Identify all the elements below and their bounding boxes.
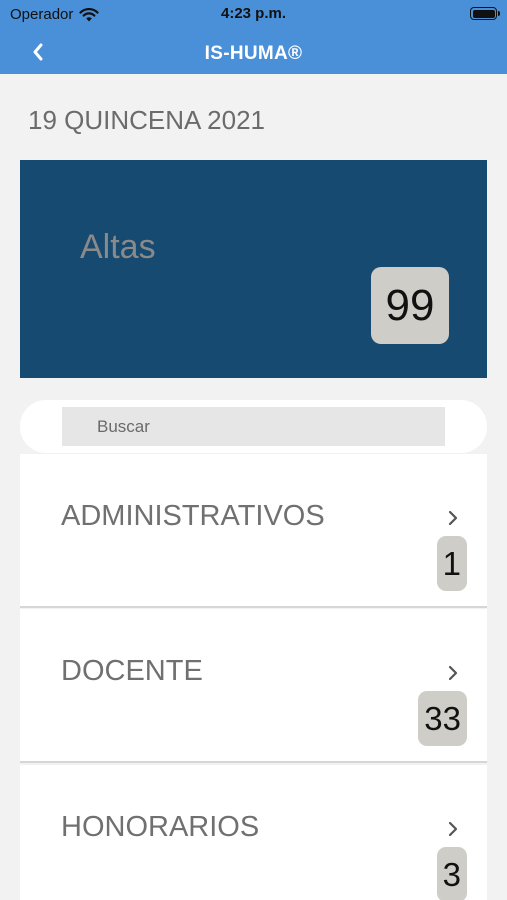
list-item-docente[interactable]: DOCENTE 33 xyxy=(20,609,487,763)
battery-icon xyxy=(470,7,500,20)
search-input[interactable] xyxy=(62,407,445,446)
list-item-honorarios[interactable]: HONORARIOS 3 xyxy=(20,765,487,900)
search-bar xyxy=(20,400,487,453)
chevron-right-icon xyxy=(448,665,458,681)
list-item-administrativos[interactable]: ADMINISTRATIVOS 1 xyxy=(20,454,487,608)
navigation-bar: IS-HUMA® xyxy=(0,28,507,74)
summary-label: Altas xyxy=(80,228,156,266)
count-badge: 1 xyxy=(436,536,467,591)
list-item-label: HONORARIOS xyxy=(61,811,260,843)
chevron-right-icon xyxy=(448,510,458,526)
count-badge: 33 xyxy=(418,691,467,746)
list-item-label: ADMINISTRATIVOS xyxy=(61,500,325,532)
chevron-right-icon xyxy=(448,821,458,837)
nav-title: IS-HUMA® xyxy=(204,43,303,64)
list-item-label: DOCENTE xyxy=(61,655,203,687)
count-badge: 3 xyxy=(436,847,467,900)
summary-count-badge: 99 xyxy=(371,267,449,344)
status-time: 4:23 p.m. xyxy=(220,5,287,22)
status-bar: Operador 4:23 p.m. xyxy=(0,0,507,28)
summary-card: Altas 99 xyxy=(20,160,487,378)
period-title: 19 QUINCENA 2021 xyxy=(28,105,266,135)
